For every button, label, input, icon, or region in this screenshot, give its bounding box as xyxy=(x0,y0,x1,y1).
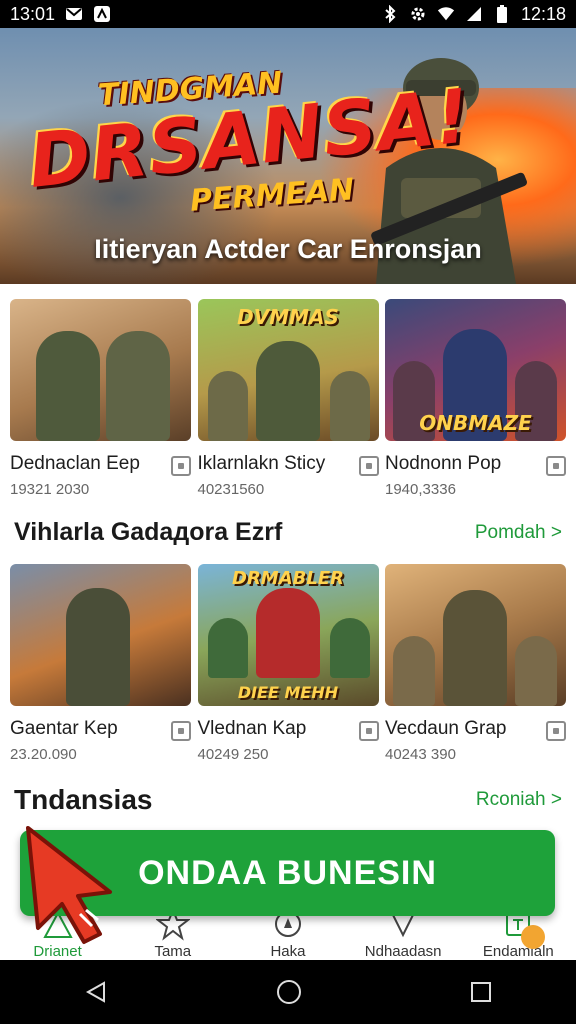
game-count: 1940,3336 xyxy=(385,481,456,498)
recents-icon[interactable] xyxy=(470,981,492,1003)
game-row-1: Dednaclan Eep 19321 2030 DVMMAS Iklarnla… xyxy=(10,299,566,498)
install-icon[interactable] xyxy=(546,456,566,476)
game-count: 40249 250 xyxy=(197,746,269,763)
game-thumbnail[interactable] xyxy=(10,299,191,441)
hero-tagline: Iitieryan Actder Car Enronsjan xyxy=(94,234,482,264)
section-more-link[interactable]: Rconiah > xyxy=(476,789,562,811)
hero-banner[interactable]: TINDGMAN DRSANSA! PERMEAN Iitieryan Actd… xyxy=(0,28,576,284)
game-title: Vlednan Kap xyxy=(197,718,307,739)
nav-label: Haka xyxy=(270,943,306,960)
settings-icon xyxy=(409,5,427,23)
section-title: Vihlarla Gadaдora Ezrf xyxy=(14,518,283,546)
game-card[interactable]: Gaentar Kep 23.20.090 xyxy=(10,564,191,763)
bluetooth-icon xyxy=(381,5,399,23)
game-count: 19321 2030 xyxy=(10,481,90,498)
game-card[interactable]: Vecdaun Grap 40243 390 xyxy=(385,564,566,763)
game-title: Gaentar Kep xyxy=(10,718,118,739)
game-thumbnail[interactable]: ONBMAZE xyxy=(385,299,566,441)
status-time: 13:01 xyxy=(10,3,56,24)
game-title: Nodnonn Pop xyxy=(385,453,502,474)
nav-label: Ndhaadasn xyxy=(364,943,442,960)
wifi-icon xyxy=(437,5,455,23)
game-badge-bottom: DIEE MEHH xyxy=(237,683,339,702)
gmail-icon xyxy=(65,5,83,23)
game-thumbnail[interactable] xyxy=(10,564,191,706)
install-icon[interactable] xyxy=(171,721,191,741)
game-thumbnail[interactable]: DVMMAS xyxy=(197,299,379,441)
game-title: Iklarnlakn Sticy xyxy=(197,453,326,474)
battery-icon xyxy=(493,5,511,23)
back-icon[interactable] xyxy=(84,980,108,1004)
cursor-arrow-icon xyxy=(26,826,112,944)
game-card[interactable]: DVMMAS Iklarnlakn Sticy 40231560 xyxy=(197,299,379,498)
install-icon[interactable] xyxy=(358,456,379,476)
game-count: 23.20.090 xyxy=(10,746,77,763)
game-row-2: Gaentar Kep 23.20.090 DRMABLER DIEE MEHH… xyxy=(10,564,566,763)
home-button-icon[interactable] xyxy=(276,979,302,1005)
section-header: Tndansias Rconiah > xyxy=(14,784,562,816)
game-title: Vecdaun Grap xyxy=(385,718,507,739)
game-thumbnail[interactable]: DRMABLER DIEE MEHH xyxy=(197,564,379,706)
game-card[interactable]: DRMABLER DIEE MEHH Vlednan Kap 40249 250 xyxy=(197,564,379,763)
game-thumbnail[interactable] xyxy=(385,564,566,706)
signal-icon xyxy=(465,5,483,23)
game-count: 40243 390 xyxy=(385,746,456,763)
status-clock: 12:18 xyxy=(520,3,566,24)
status-bar: 13:01 12:18 xyxy=(0,0,576,28)
game-card[interactable]: Dednaclan Eep 19321 2030 xyxy=(10,299,191,498)
install-icon[interactable] xyxy=(546,721,566,741)
install-icon[interactable] xyxy=(171,456,191,476)
section-header: Vihlarla Gadaдora Ezrf Pomdah > xyxy=(14,518,562,547)
notification-icon xyxy=(93,5,111,23)
install-icon[interactable] xyxy=(358,721,379,741)
game-badge: DRMABLER xyxy=(232,568,344,589)
android-nav-bar xyxy=(0,960,576,1024)
nav-label: Endamialn xyxy=(482,943,554,960)
game-badge: DVMMAS xyxy=(237,305,339,329)
section-more-link[interactable]: Pomdah > xyxy=(475,522,562,544)
game-badge: ONBMAZE xyxy=(419,411,532,435)
game-count: 40231560 xyxy=(197,481,265,498)
section-title: Tndansias xyxy=(14,784,153,815)
game-title: Dednaclan Eep xyxy=(10,453,140,474)
nav-label: Tama xyxy=(154,943,192,960)
game-card[interactable]: ONBMAZE Nodnonn Pop 1940,3336 xyxy=(385,299,566,498)
